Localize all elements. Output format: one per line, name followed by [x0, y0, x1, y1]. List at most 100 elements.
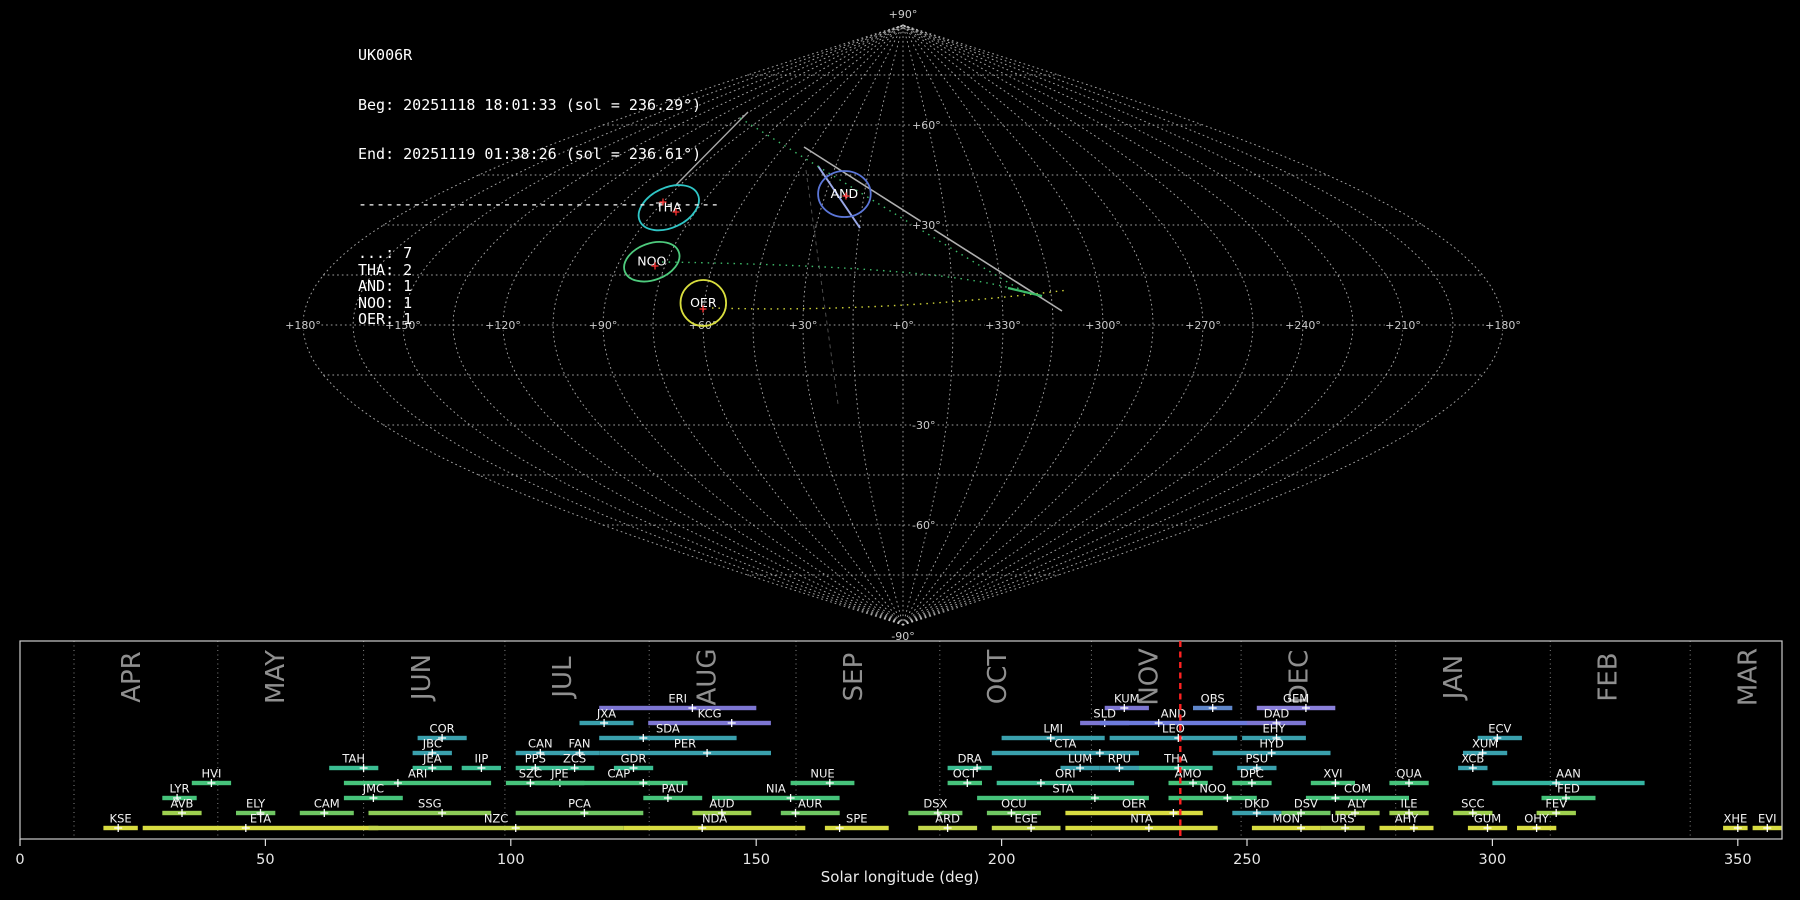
shower-label-aly: ALY	[1348, 797, 1369, 811]
shower-label-psu: PSU	[1245, 752, 1268, 766]
shower-label-dpc: DPC	[1240, 767, 1264, 781]
shower-label-xhe: XHE	[1724, 812, 1748, 826]
shower-label-kum: KUM	[1114, 692, 1140, 706]
shower-bar-ege	[991, 825, 1061, 831]
month-label: MAY	[261, 650, 291, 704]
shower-label-nta: NTA	[1130, 812, 1153, 826]
shower-label-xum: XUM	[1472, 737, 1498, 751]
shower-label-qua: QUA	[1396, 767, 1421, 781]
map-lon-label: +300°	[1085, 319, 1121, 332]
x-tick-label: 200	[988, 852, 1016, 868]
map-lat-label: +60°	[912, 119, 941, 132]
shower-label-ari: ARI	[408, 767, 427, 781]
month-label: JAN	[1439, 655, 1469, 701]
shower-activity-chart: APR MAY JUN JUL AUG SEP OCT NOV DEC JAN FEB MARERI K…	[15, 640, 1783, 868]
map-lon-label: +240°	[1285, 319, 1321, 332]
month-label: OCT	[983, 650, 1013, 705]
shower-label-obs: OBS	[1201, 692, 1225, 706]
shower-label-pps: PPS	[525, 752, 546, 766]
map-lat-label: -60°	[912, 519, 935, 532]
shower-label-fev: FEV	[1545, 797, 1567, 811]
shower-label-per: PER	[674, 737, 696, 751]
peak-marker	[393, 779, 402, 787]
map-lon-label: +180°	[1485, 319, 1521, 332]
shower-label-cta: CTA	[1054, 737, 1076, 751]
map-lon-label: +180°	[285, 319, 321, 332]
map-lon-label: +210°	[1385, 319, 1421, 332]
station-info-block: UK006R Beg: 20251118 18:01:33 (sol = 236…	[358, 14, 719, 361]
shower-bar-aur	[780, 810, 840, 816]
shower-bar-nta	[1065, 825, 1218, 831]
shower-label-cap: CAP	[607, 767, 630, 781]
shower-label-fan: FAN	[568, 737, 590, 751]
shower-label-amo: AMO	[1175, 767, 1202, 781]
shower-label-iip: IIP	[475, 752, 489, 766]
shower-bar-ssg	[368, 810, 492, 816]
x-tick-label: 150	[742, 852, 770, 868]
shower-label-ile: ILE	[1400, 797, 1417, 811]
shower-label-ehy: EHY	[1263, 722, 1287, 736]
map-lon-label: +0°	[892, 319, 914, 332]
shower-label-can: CAN	[528, 737, 553, 751]
radiant-sky-map: +180° +150° +120° +90° +60° +30° +0° +330° +300°…	[284, 7, 1523, 641]
shower-count-list: ...: 7 THA: 2 AND: 1 NOO: 1 OER: 1	[358, 245, 719, 328]
shower-count-tha: THA: 2	[358, 260, 413, 279]
radiant-label-and: AND	[831, 186, 859, 201]
obs-begin: Beg: 20251118 18:01:33 (sol = 236.29°)	[358, 95, 702, 114]
x-tick-label: 300	[1479, 852, 1507, 868]
shower-bar-ahy	[1379, 825, 1434, 831]
shower-label-ely: ELY	[246, 797, 266, 811]
shower-label-sld: SLD	[1093, 707, 1116, 721]
map-lat-label: +90°	[889, 8, 918, 21]
shower-label-jmc: JMC	[362, 782, 384, 796]
shower-label-avb: AVB	[171, 797, 194, 811]
shower-bar-tah	[329, 765, 379, 771]
shower-bar-pca	[515, 810, 644, 816]
shower-label-rpu: RPU	[1108, 752, 1131, 766]
x-tick-label: 250	[1233, 852, 1261, 868]
shower-label-jpe: JPE	[550, 767, 569, 781]
x-tick-label: 0	[15, 852, 24, 868]
meteor-track	[739, 117, 1027, 294]
map-lat-label: -30°	[912, 419, 935, 432]
shower-label-urs: URS	[1331, 812, 1355, 826]
shower-label-fed: FED	[1557, 782, 1580, 796]
shower-label-ssg: SSG	[418, 797, 442, 811]
shower-label-ecv: ECV	[1488, 722, 1511, 736]
shower-label-ege: EGE	[1014, 812, 1037, 826]
meteor-radiant-report: UK006R Beg: 20251118 18:01:33 (sol = 236…	[0, 0, 1800, 900]
shower-bar-nzc	[368, 825, 624, 831]
shower-label-ahy: AHY	[1395, 812, 1420, 826]
shower-bar-spe	[824, 825, 889, 831]
month-label: JUN	[407, 654, 437, 702]
peak-marker	[639, 734, 648, 742]
shower-label-hvi: HVI	[201, 767, 221, 781]
shower-label-pau: PAU	[662, 782, 684, 796]
station-id: UK006R	[358, 46, 413, 64]
map-lon-label: +330°	[985, 319, 1021, 332]
meteor-track	[711, 289, 1069, 310]
shower-label-cor: COR	[430, 722, 455, 736]
shower-label-tha: THA	[1163, 752, 1188, 766]
peak-marker	[1095, 749, 1104, 757]
meteor-track	[1007, 286, 1043, 298]
obs-end: End: 20251119 01:38:26 (sol = 236.61°)	[358, 145, 702, 163]
peak-marker	[1331, 794, 1340, 802]
shower-label-dra: DRA	[958, 752, 982, 766]
shower-label-mon: MON	[1273, 812, 1301, 826]
map-lon-label: +270°	[1185, 319, 1221, 332]
shower-label-ard: ARD	[935, 812, 960, 826]
shower-label-xcb: XCB	[1461, 752, 1484, 766]
shower-bar-leo	[1109, 735, 1238, 741]
x-tick-label: 50	[256, 852, 274, 868]
peak-marker	[639, 779, 648, 787]
shower-label-com: COM	[1344, 782, 1371, 796]
shower-label-spe: SPE	[846, 812, 868, 826]
shower-label-and: AND	[1161, 707, 1186, 721]
shower-label-gdr: GDR	[621, 752, 647, 766]
shower-label-eta: ETA	[250, 812, 271, 826]
shower-bar-sda	[599, 735, 737, 741]
map-lat-label: +30°	[912, 219, 941, 232]
peak-marker	[1036, 779, 1045, 787]
shower-label-jbc: JBC	[422, 737, 442, 751]
